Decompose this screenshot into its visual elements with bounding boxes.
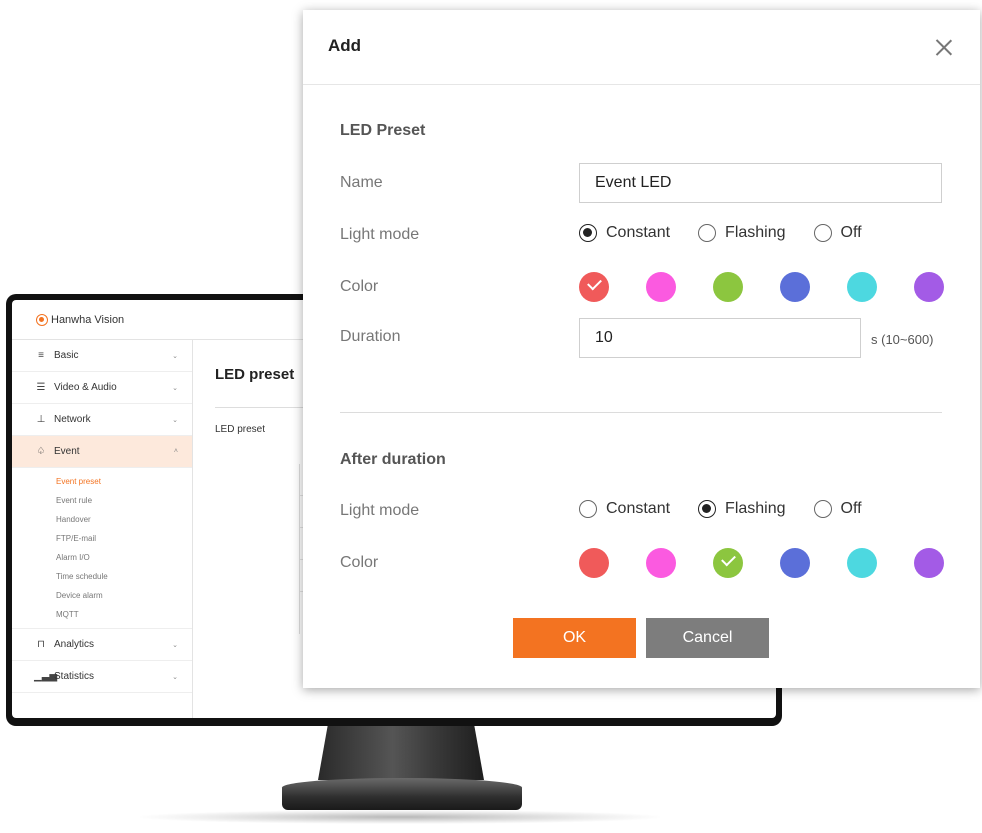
- color-swatch-cyan[interactable]: [847, 272, 877, 302]
- sidebar-item-label: Basic: [54, 350, 79, 361]
- divider: [340, 412, 942, 413]
- monitor-stand-base: [282, 778, 522, 810]
- event-submenu: Event preset Event rule Handover FTP/E-m…: [12, 468, 192, 629]
- name-label: Name: [340, 174, 383, 191]
- radio-circle: [698, 500, 717, 518]
- chevron-down-icon: ⌄: [172, 416, 178, 424]
- network-icon: ⊥: [36, 414, 46, 425]
- sliders-icon: ☰: [36, 382, 46, 393]
- radio-label: Off: [840, 500, 862, 517]
- bar-chart-icon: ▁▃▅: [34, 671, 58, 682]
- sidebar-item-network[interactable]: ⊥ Network ⌄: [12, 404, 192, 436]
- sidebar: ≡ Basic ⌄ ☰ Video & Audio ⌄ ⊥ Network ⌄: [12, 340, 193, 718]
- submenu-item[interactable]: Handover: [56, 510, 192, 529]
- chevron-down-icon: ⌄: [172, 641, 178, 649]
- radio-flashing[interactable]: Flashing: [698, 500, 786, 518]
- brand-name: Hanwha Vision: [51, 313, 125, 326]
- close-icon[interactable]: [933, 36, 955, 58]
- sidebar-item-video-audio[interactable]: ☰ Video & Audio ⌄: [12, 372, 192, 404]
- color-swatch-purple[interactable]: [914, 272, 944, 302]
- submenu-item[interactable]: Device alarm: [56, 586, 192, 605]
- sidebar-item-basic[interactable]: ≡ Basic ⌄: [12, 340, 192, 372]
- cancel-button[interactable]: Cancel: [646, 618, 769, 658]
- chevron-down-icon: ⌄: [172, 673, 178, 681]
- chevron-up-icon: ˄: [173, 448, 178, 455]
- chevron-down-icon: ⌄: [172, 352, 178, 360]
- submenu-item[interactable]: Event rule: [56, 491, 192, 510]
- radio-circle: [579, 500, 597, 518]
- sidebar-item-label: Network: [54, 414, 91, 425]
- hanwha-logo-icon: [36, 313, 48, 326]
- dialog-title: Add: [328, 36, 362, 55]
- chevron-down-icon: ⌄: [172, 384, 178, 392]
- light-mode-radio-group: Constant Flashing Off: [579, 224, 862, 242]
- led-preset-section-title: LED Preset: [340, 122, 426, 139]
- radio-constant[interactable]: Constant: [579, 500, 670, 518]
- sidebar-item-analytics[interactable]: ⊓ Analytics ⌄: [12, 629, 192, 661]
- after-duration-section-title: After duration: [340, 451, 446, 468]
- submenu-item[interactable]: Time schedule: [56, 567, 192, 586]
- duration-label: Duration: [340, 328, 401, 345]
- stand-shadow: [140, 810, 660, 824]
- color-swatch-cyan[interactable]: [847, 548, 877, 578]
- add-dialog: Add LED Preset Name Light mode Constant …: [303, 10, 980, 688]
- radio-circle: [579, 224, 597, 242]
- duration-input[interactable]: [579, 318, 861, 358]
- brand-logo[interactable]: Hanwha Vision: [36, 313, 125, 326]
- submenu-item[interactable]: Event preset: [56, 472, 192, 491]
- radio-label: Constant: [606, 224, 671, 241]
- radio-constant[interactable]: Constant: [579, 224, 670, 242]
- after-color-label: Color: [340, 554, 379, 571]
- bell-icon: ♤: [36, 446, 46, 457]
- color-swatch-red[interactable]: [579, 548, 609, 578]
- after-light-mode-label: Light mode: [340, 502, 420, 519]
- submenu-item[interactable]: FTP/E-mail: [56, 529, 192, 548]
- radio-circle: [813, 500, 832, 518]
- radio-circle: [698, 224, 717, 242]
- sidebar-item-label: Analytics: [54, 639, 95, 650]
- duration-unit: s (10~600): [871, 332, 934, 347]
- radio-label: Flashing: [725, 500, 786, 517]
- radio-circle: [813, 224, 832, 242]
- divider: [303, 84, 980, 85]
- light-mode-label: Light mode: [340, 226, 420, 243]
- color-swatch-green[interactable]: [713, 272, 743, 302]
- sidebar-item-label: Event: [54, 446, 80, 457]
- sidebar-item-statistics[interactable]: ▁▃▅ Statistics ⌄: [12, 661, 192, 693]
- color-swatch-red[interactable]: [579, 272, 609, 302]
- submenu-item[interactable]: MQTT: [56, 605, 192, 624]
- sidebar-item-label: Statistics: [54, 671, 95, 682]
- sidebar-item-event[interactable]: ♤ Event ˄: [12, 436, 192, 468]
- radio-label: Constant: [606, 500, 671, 517]
- list-icon: ≡: [38, 350, 44, 361]
- radio-label: Flashing: [725, 224, 786, 241]
- color-swatch-group: [579, 272, 944, 302]
- monitor-stand-neck: [318, 724, 484, 780]
- color-label: Color: [340, 278, 379, 295]
- radio-label: Off: [840, 224, 862, 241]
- radio-flashing[interactable]: Flashing: [698, 224, 786, 242]
- color-swatch-pink[interactable]: [646, 272, 676, 302]
- color-swatch-green[interactable]: [713, 548, 743, 578]
- radio-off[interactable]: Off: [813, 500, 862, 518]
- stage: Hanwha Vision ≡ Basic ⌄ ☰ Video & Audio …: [0, 0, 982, 833]
- divider: [215, 407, 305, 408]
- analytics-icon: ⊓: [37, 639, 45, 650]
- ok-button[interactable]: OK: [513, 618, 636, 658]
- name-input[interactable]: [579, 163, 942, 203]
- color-swatch-blue[interactable]: [780, 272, 810, 302]
- color-swatch-pink[interactable]: [646, 548, 676, 578]
- color-swatch-purple[interactable]: [914, 548, 944, 578]
- submenu-item[interactable]: Alarm I/O: [56, 548, 192, 567]
- radio-off[interactable]: Off: [813, 224, 862, 242]
- after-color-swatch-group: [579, 548, 944, 578]
- color-swatch-blue[interactable]: [780, 548, 810, 578]
- sidebar-item-label: Video & Audio: [54, 382, 117, 393]
- after-light-mode-radio-group: Constant Flashing Off: [579, 500, 862, 518]
